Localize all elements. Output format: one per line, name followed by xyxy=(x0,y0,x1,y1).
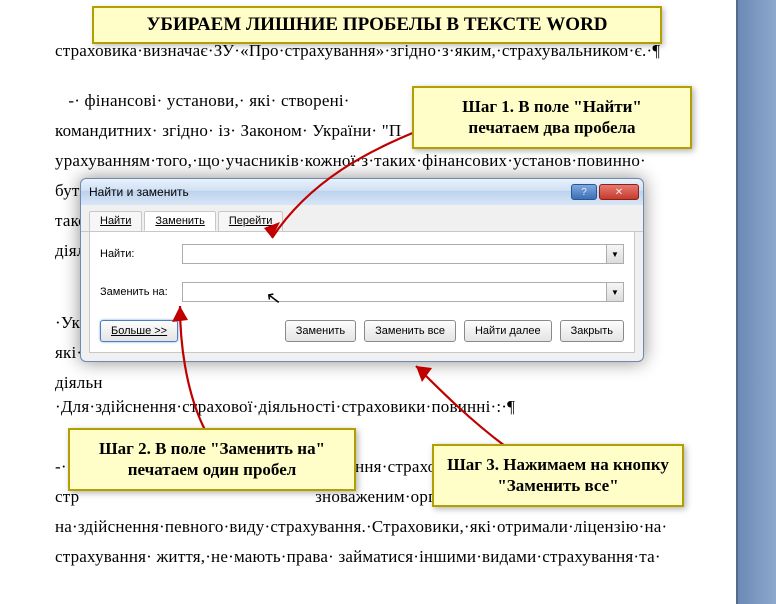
find-dropdown-icon[interactable]: ▼ xyxy=(606,244,624,264)
more-button[interactable]: Больше >> xyxy=(100,320,178,342)
find-label: Найти: xyxy=(100,248,182,260)
replace-dropdown-icon[interactable]: ▼ xyxy=(606,282,624,302)
replace-label: Заменить на: xyxy=(100,286,182,298)
help-button[interactable]: ? xyxy=(571,184,597,200)
replace-button[interactable]: Заменить xyxy=(285,320,356,342)
help-icon: ? xyxy=(581,187,587,198)
close-button[interactable]: ✕ xyxy=(599,184,639,200)
cancel-button[interactable]: Закрыть xyxy=(560,320,624,342)
page-gutter xyxy=(736,0,776,604)
tab-replace[interactable]: Заменить xyxy=(144,211,215,231)
replace-input[interactable] xyxy=(182,282,606,302)
dialog-title: Найти и заменить xyxy=(89,185,189,199)
dialog-titlebar[interactable]: Найти и заменить ? ✕ xyxy=(81,179,643,205)
tutorial-title: УБИРАЕМ ЛИШНИЕ ПРОБЕЛЫ В ТЕКСТЕ WORD xyxy=(92,6,662,44)
callout-step-2: Шаг 2. В поле "Заменить на" печатаем оди… xyxy=(68,428,356,491)
tab-find[interactable]: Найти xyxy=(89,211,142,231)
dialog-tabs: Найти Заменить Перейти xyxy=(81,205,643,232)
replace-all-button[interactable]: Заменить все xyxy=(364,320,456,342)
find-input[interactable] xyxy=(182,244,606,264)
dialog-body: Найти: ▼ Заменить на: ▼ Больше >> Замени… xyxy=(89,231,635,353)
find-next-button[interactable]: Найти далее xyxy=(464,320,552,342)
tab-goto[interactable]: Перейти xyxy=(218,211,284,231)
close-icon: ✕ xyxy=(615,187,623,198)
callout-step-1: Шаг 1. В поле "Найти" печатаем два пробе… xyxy=(412,86,692,149)
find-replace-dialog: Найти и заменить ? ✕ Найти Заменить Пере… xyxy=(80,178,644,362)
callout-step-3: Шаг 3. Нажимаем на кнопку "Заменить все" xyxy=(432,444,684,507)
mouse-cursor-icon: ↖ xyxy=(265,287,283,310)
